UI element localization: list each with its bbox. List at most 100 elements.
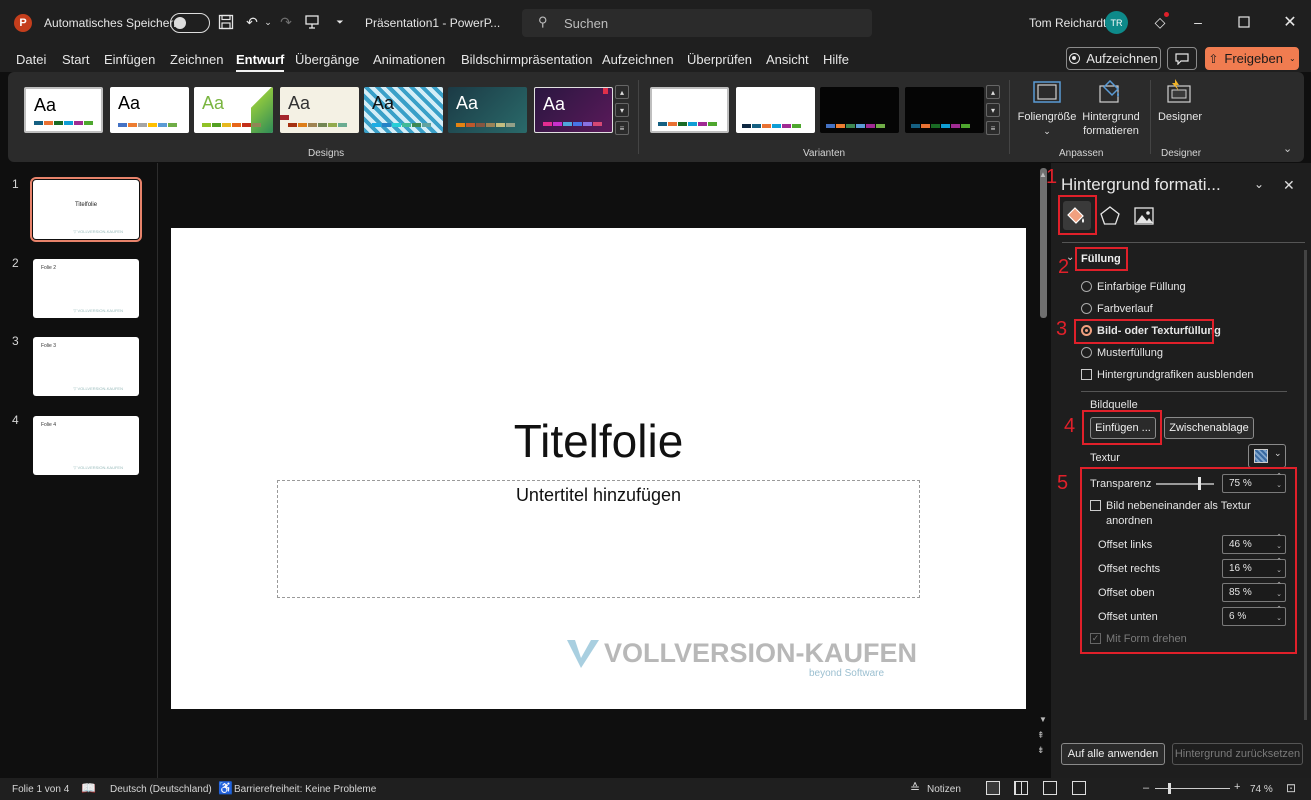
autosave-toggle[interactable] — [170, 13, 210, 33]
zoom-in-icon[interactable]: + — [1234, 781, 1240, 793]
theme-purple[interactable]: Aa — [534, 87, 613, 133]
tab-bildschirmpraesentation[interactable]: Bildschirmpräsentation — [461, 52, 593, 67]
slide-sorter-icon[interactable] — [1014, 781, 1028, 795]
share-button[interactable]: ⇧ Freigeben ⌄ — [1205, 47, 1299, 70]
slide-thumbnail-2[interactable]: Folie 2 ▽ VOLLVERSION-KAUFEN — [33, 259, 139, 318]
pane-divider — [1081, 391, 1287, 392]
effects-tab-button[interactable] — [1099, 205, 1121, 230]
zoom-level[interactable]: 74 % — [1250, 784, 1273, 795]
tab-uebergaenge[interactable]: Übergänge — [295, 52, 359, 67]
close-icon[interactable]: ✕ — [1280, 12, 1300, 32]
redo-icon[interactable]: ↷ — [276, 12, 296, 32]
slide-counter[interactable]: Folie 1 von 4 — [12, 784, 69, 795]
present-icon[interactable] — [302, 12, 322, 32]
tab-aufzeichnen[interactable]: Aufzeichnen — [602, 52, 674, 67]
theme-office-2[interactable]: Aa — [110, 87, 189, 133]
reset-background-button[interactable]: Hintergrund zurücksetzen — [1172, 743, 1303, 765]
editor-scrollbar[interactable] — [1040, 168, 1047, 318]
normal-view-icon[interactable] — [986, 781, 1000, 795]
maximize-icon[interactable] — [1234, 12, 1254, 32]
radio-gradient-fill[interactable] — [1081, 303, 1092, 314]
save-icon[interactable] — [216, 12, 236, 32]
annotation-box-4 — [1082, 410, 1162, 445]
slide-thumbnail-3[interactable]: Folie 3 ▽ VOLLVERSION-KAUFEN — [33, 337, 139, 396]
checkbox-hide-graphics[interactable] — [1081, 369, 1092, 380]
slide-title[interactable]: Titelfolie — [171, 414, 1026, 468]
label-pattern-fill[interactable]: Musterfüllung — [1097, 347, 1163, 359]
format-background-button[interactable]: Hintergrund formatieren — [1078, 79, 1144, 138]
tab-datei[interactable]: Datei — [16, 52, 46, 67]
spellcheck-icon[interactable]: 📖 — [81, 781, 96, 795]
notes-button[interactable]: Notizen — [927, 784, 961, 795]
customize-toolbar-icon[interactable]: ⏷ — [330, 12, 350, 32]
apply-to-all-button[interactable]: Auf alle anwenden — [1061, 743, 1165, 765]
tab-animationen[interactable]: Animationen — [373, 52, 445, 67]
variant-3[interactable] — [820, 87, 899, 133]
slide-size-button[interactable]: Foliengröße ⌄ — [1016, 80, 1078, 138]
label-gradient-fill[interactable]: Farbverlauf — [1097, 303, 1153, 315]
label-solid-fill[interactable]: Einfarbige Füllung — [1097, 281, 1186, 293]
label-hide-graphics[interactable]: Hintergrundgrafiken ausblenden — [1097, 369, 1254, 381]
notes-icon[interactable]: ≙ — [910, 781, 920, 795]
tab-hilfe[interactable]: Hilfe — [823, 52, 849, 67]
fit-to-window-icon[interactable]: ⊡ — [1286, 781, 1296, 795]
tab-zeichnen[interactable]: Zeichnen — [170, 52, 223, 67]
designer-button[interactable]: Designer — [1154, 78, 1206, 124]
zoom-slider-track[interactable] — [1155, 788, 1230, 789]
picture-tab-button[interactable] — [1133, 205, 1155, 230]
minimize-icon[interactable]: – — [1188, 12, 1208, 32]
annotation-box-2 — [1075, 247, 1128, 271]
scroll-down-icon[interactable]: ▼ — [1039, 715, 1047, 724]
record-button[interactable]: Aufzeichnen — [1066, 47, 1161, 70]
comments-button[interactable] — [1167, 47, 1197, 70]
language-label[interactable]: Deutsch (Deutschland) — [110, 784, 212, 795]
texture-picker[interactable]: ⌄ — [1248, 444, 1286, 468]
clipboard-button[interactable]: Zwischenablage — [1164, 417, 1254, 439]
slideshow-view-icon[interactable] — [1072, 781, 1086, 795]
pane-scrollbar[interactable] — [1304, 250, 1307, 720]
accessibility-icon[interactable]: ♿ — [218, 781, 233, 795]
gallery-more-button[interactable]: ≡ — [615, 121, 629, 135]
zoom-out-icon[interactable]: – — [1143, 782, 1149, 794]
variant-2[interactable] — [736, 87, 815, 133]
collapse-ribbon-icon[interactable]: ⌄ — [1283, 142, 1292, 155]
theme-facet[interactable]: Aa — [194, 87, 273, 133]
tab-ueberpruefen[interactable]: Überprüfen — [687, 52, 752, 67]
variants-down-button[interactable]: ▾ — [986, 103, 1000, 117]
tab-entwurf[interactable]: Entwurf — [236, 52, 285, 72]
theme-teal[interactable]: Aa — [448, 87, 527, 133]
radio-pattern-fill[interactable] — [1081, 347, 1092, 358]
chevron-down-icon[interactable]: ⌄ — [258, 12, 278, 32]
avatar[interactable]: TR — [1105, 11, 1128, 34]
variants-group-label: Varianten — [803, 148, 846, 159]
pane-close-icon[interactable]: ✕ — [1283, 177, 1295, 194]
theme-office[interactable]: Aa — [24, 87, 103, 133]
theme-pattern[interactable]: Aa — [364, 87, 443, 133]
variant-1[interactable] — [650, 87, 729, 133]
accessibility-status[interactable]: Barrierefreiheit: Keine Probleme — [234, 784, 376, 795]
gallery-up-button[interactable]: ▴ — [615, 85, 629, 99]
share-icon: ⇧ — [1208, 51, 1219, 66]
thumbnail-pane-divider[interactable] — [157, 163, 158, 778]
gallery-down-button[interactable]: ▾ — [615, 103, 629, 117]
user-name[interactable]: Tom Reichardt — [1029, 16, 1106, 30]
theme-ion[interactable]: Aa — [280, 87, 359, 133]
slide-thumbnail-1[interactable]: Titelfolie ▽ VOLLVERSION-KAUFEN — [30, 177, 142, 242]
pane-options-icon[interactable]: ⌄ — [1254, 177, 1264, 191]
tab-einfuegen[interactable]: Einfügen — [104, 52, 155, 67]
group-divider — [1009, 80, 1010, 154]
radio-solid-fill[interactable] — [1081, 281, 1092, 292]
reading-view-icon[interactable] — [1043, 781, 1057, 795]
search-box[interactable]: ⚲ Suchen — [522, 9, 872, 37]
tab-ansicht[interactable]: Ansicht — [766, 52, 809, 67]
subtitle-placeholder[interactable]: Untertitel hinzufügen — [277, 480, 920, 598]
slide-canvas[interactable]: Titelfolie Untertitel hinzufügen VOLLVER… — [171, 228, 1026, 709]
previous-slide-icon[interactable]: ⇞ — [1037, 730, 1045, 741]
zoom-slider-thumb[interactable] — [1168, 783, 1171, 794]
variants-up-button[interactable]: ▴ — [986, 85, 1000, 99]
tab-start[interactable]: Start — [62, 52, 89, 67]
slide-thumbnail-4[interactable]: Folie 4 ▽ VOLLVERSION-KAUFEN — [33, 416, 139, 475]
variants-more-button[interactable]: ≡ — [986, 121, 1000, 135]
next-slide-icon[interactable]: ⇟ — [1037, 745, 1045, 756]
variant-4[interactable] — [905, 87, 984, 133]
